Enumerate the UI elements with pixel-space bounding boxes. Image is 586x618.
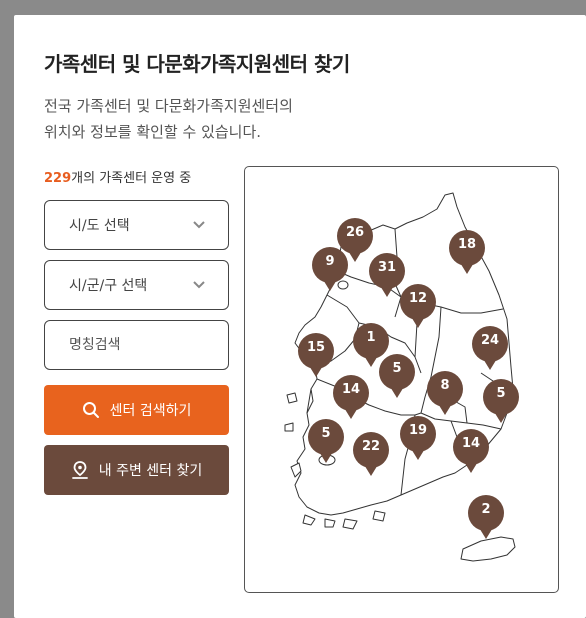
center-count: 229 <box>44 171 72 186</box>
map-pin-count: 15 <box>306 340 326 355</box>
map-pin-count: 1 <box>366 330 376 345</box>
map-pin-count: 14 <box>461 436 481 451</box>
map-pin-marker <box>298 333 334 377</box>
location-pin-icon <box>71 461 88 479</box>
map-pin-count: 19 <box>408 423 428 438</box>
map-pin[interactable]: 18 <box>448 229 486 275</box>
map-pin-marker <box>472 326 508 370</box>
map-pin-count: 5 <box>496 386 506 401</box>
map-pin[interactable]: 9 <box>311 246 349 292</box>
center-count-summary: 229개의 가족센터 운영 중 <box>44 167 191 186</box>
sido-select[interactable]: 시/도 선택 <box>44 200 229 250</box>
map-pin-marker <box>449 230 485 274</box>
korea-map[interactable]: 26 9 31 18 12 1 15 24 5 14 8 5 5 22 19 14 2 <box>244 166 559 593</box>
map-pin-marker <box>308 419 344 463</box>
map-pin[interactable]: 12 <box>399 283 437 329</box>
map-pin-count: 2 <box>481 502 491 517</box>
map-pin-marker <box>427 371 463 415</box>
map-pin[interactable]: 15 <box>297 332 335 378</box>
map-pin[interactable]: 8 <box>426 370 464 416</box>
map-pin[interactable]: 19 <box>399 415 437 461</box>
name-search-input[interactable] <box>44 320 229 370</box>
map-pin-marker <box>468 495 504 539</box>
map-pin-count: 18 <box>457 237 477 252</box>
chevron-down-icon <box>193 221 205 229</box>
map-pin[interactable]: 5 <box>307 418 345 464</box>
map-pin-count: 5 <box>321 426 331 441</box>
page-description: 전국 가족센터 및 다문화가족지원센터의 위치와 정보를 확인할 수 있습니다. <box>44 93 364 145</box>
description-line: 전국 가족센터 및 다문화가족지원센터의 <box>44 97 293 115</box>
search-icon <box>82 402 99 418</box>
map-pin[interactable]: 14 <box>452 428 490 474</box>
sigungu-select-label: 시/군/구 선택 <box>69 278 148 294</box>
map-pin-count: 14 <box>341 382 361 397</box>
map-pin[interactable]: 24 <box>471 325 509 371</box>
description-line: 위치와 정보를 확인할 수 있습니다. <box>44 123 262 141</box>
chevron-down-icon <box>193 281 205 289</box>
map-pin[interactable]: 2 <box>467 494 505 540</box>
map-pin-marker <box>379 354 415 398</box>
center-search-label: 센터 검색하기 <box>109 403 192 419</box>
map-pin-count: 5 <box>392 361 402 376</box>
page-title: 가족센터 및 다문화가족지원센터 찾기 <box>44 52 350 76</box>
map-pin-marker <box>453 429 489 473</box>
map-pin-marker <box>400 416 436 460</box>
map-pin[interactable]: 14 <box>332 374 370 420</box>
map-pin[interactable]: 22 <box>352 431 390 477</box>
map-pin-marker <box>333 375 369 419</box>
map-pin-count: 12 <box>408 291 428 306</box>
center-finder-card: 가족센터 및 다문화가족지원센터 찾기 전국 가족센터 및 다문화가족지원센터의… <box>14 15 586 618</box>
center-count-suffix: 개의 가족센터 운영 중 <box>71 171 192 186</box>
nearby-center-label: 내 주변 센터 찾기 <box>98 463 203 479</box>
map-pin-marker <box>483 379 519 423</box>
map-pin[interactable]: 5 <box>378 353 416 399</box>
sido-select-label: 시/도 선택 <box>69 218 130 234</box>
map-pin-count: 8 <box>440 378 450 393</box>
map-pin-count: 22 <box>361 439 381 454</box>
map-pin[interactable]: 5 <box>482 378 520 424</box>
map-pin-marker <box>312 247 348 291</box>
map-pin-count: 24 <box>480 333 500 348</box>
center-search-button[interactable]: 센터 검색하기 <box>44 385 229 435</box>
map-pin-count: 31 <box>377 260 397 275</box>
nearby-center-button[interactable]: 내 주변 센터 찾기 <box>44 445 229 495</box>
map-pin-count: 9 <box>325 254 335 269</box>
map-pin-count: 26 <box>345 225 365 240</box>
map-pin-marker <box>353 432 389 476</box>
sigungu-select[interactable]: 시/군/구 선택 <box>44 260 229 310</box>
map-pin-marker <box>400 284 436 328</box>
